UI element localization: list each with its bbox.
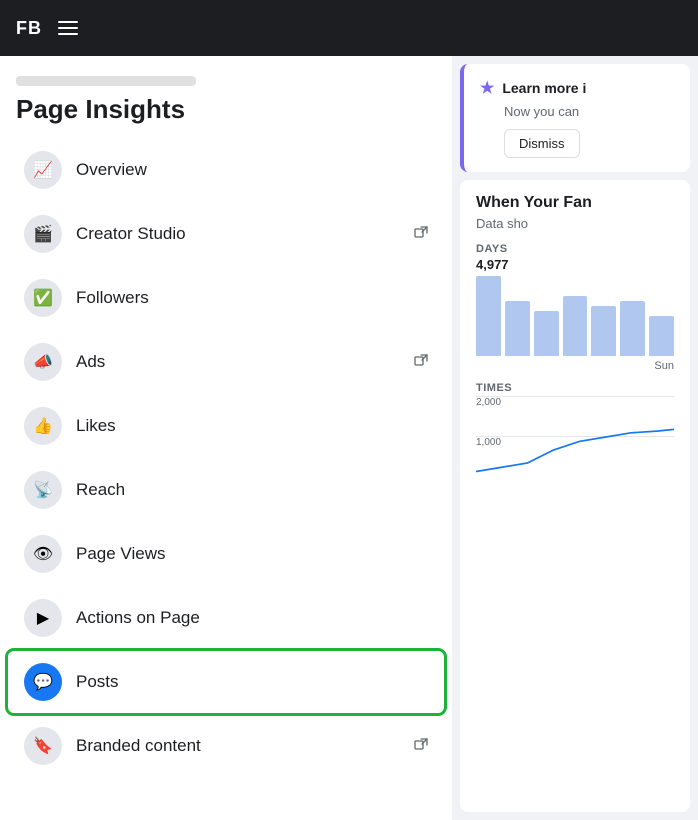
bar-chart-bar (476, 276, 501, 356)
nav-icon-creator-studio: 🎬 (24, 215, 62, 253)
times-curve-svg (476, 407, 674, 476)
chart-data-show: Data sho (476, 216, 674, 231)
bar-chart-bar (505, 301, 530, 356)
external-icon-branded-content (414, 738, 428, 755)
times-chart: 2,000 1,000 (476, 396, 674, 476)
bar-chart-bar (649, 316, 674, 356)
sidebar-header: Page Insights (0, 56, 452, 137)
sidebar-item-branded-content[interactable]: 🔖 Branded content (8, 715, 444, 777)
star-icon: ★ (480, 78, 494, 98)
sidebar-item-creator-studio[interactable]: 🎬 Creator Studio (8, 203, 444, 265)
nav-label-followers: Followers (76, 288, 149, 308)
nav-icon-ads: 📣 (24, 343, 62, 381)
bar-chart (476, 276, 674, 356)
nav-icon-likes: 👍 (24, 407, 62, 445)
times-section: TIMES 2,000 1,000 (476, 382, 674, 476)
bar-chart-bar (591, 306, 616, 356)
nav-label-likes: Likes (76, 416, 116, 436)
dismiss-button[interactable]: Dismiss (504, 129, 580, 158)
sidebar-item-page-views[interactable]: 👁 Page Views (8, 523, 444, 585)
chart-title: When Your Fan (476, 194, 674, 212)
sidebar-title: Page Insights (16, 94, 436, 125)
nav-label-page-views: Page Views (76, 544, 165, 564)
nav-icon-actions-on-page: ▶ (24, 599, 62, 637)
nav-icon-overview: 📈 (24, 151, 62, 189)
bar-chart-bar (563, 296, 588, 356)
sidebar-item-actions-on-page[interactable]: ▶ Actions on Page (8, 587, 444, 649)
nav-label-reach: Reach (76, 480, 125, 500)
learn-card: ★ Learn more i Now you can Dismiss (460, 64, 690, 172)
sidebar-item-ads[interactable]: 📣 Ads (8, 331, 444, 393)
learn-card-title: ★ Learn more i (480, 78, 674, 98)
learn-card-text: Now you can (480, 104, 674, 119)
external-icon-ads (414, 354, 428, 371)
fb-logo: FB (16, 18, 42, 39)
sidebar-item-posts[interactable]: 💬 Posts (8, 651, 444, 713)
chart-card: When Your Fan Data sho DAYS 4,977 Sun TI… (460, 180, 690, 812)
times-label: TIMES (476, 382, 674, 394)
nav-label-actions-on-page: Actions on Page (76, 608, 200, 628)
days-value: 4,977 (476, 257, 674, 272)
nav-label-overview: Overview (76, 160, 147, 180)
menu-icon[interactable] (58, 21, 78, 35)
sidebar-item-likes[interactable]: 👍 Likes (8, 395, 444, 457)
main-layout: Page Insights 📈 Overview 🎬 Creator Studio ✅ F… (0, 56, 698, 820)
nav-icon-followers: ✅ (24, 279, 62, 317)
sidebar-item-followers[interactable]: ✅ Followers (8, 267, 444, 329)
days-label: DAYS (476, 243, 674, 255)
nav-icon-posts: 💬 (24, 663, 62, 701)
nav-icon-branded-content: 🔖 (24, 727, 62, 765)
sidebar-item-reach[interactable]: 📡 Reach (8, 459, 444, 521)
day-name: Sun (476, 360, 674, 372)
bar-chart-bar (620, 301, 645, 356)
external-icon-creator-studio (414, 226, 428, 243)
nav-label-creator-studio: Creator Studio (76, 224, 186, 244)
nav-icon-page-views: 👁 (24, 535, 62, 573)
sidebar-item-overview[interactable]: 📈 Overview (8, 139, 444, 201)
sidebar-nav: 📈 Overview 🎬 Creator Studio ✅ Followers 📣 Ads 👍 L… (0, 139, 452, 777)
bar-chart-bar (534, 311, 559, 356)
nav-label-posts: Posts (76, 672, 119, 692)
nav-label-branded-content: Branded content (76, 736, 201, 756)
nav-label-ads: Ads (76, 352, 105, 372)
sidebar: Page Insights 📈 Overview 🎬 Creator Studio ✅ F… (0, 56, 452, 820)
scroll-indicator (16, 76, 196, 86)
right-panel: ★ Learn more i Now you can Dismiss When … (452, 56, 698, 820)
nav-icon-reach: 📡 (24, 471, 62, 509)
topbar: FB (0, 0, 698, 56)
